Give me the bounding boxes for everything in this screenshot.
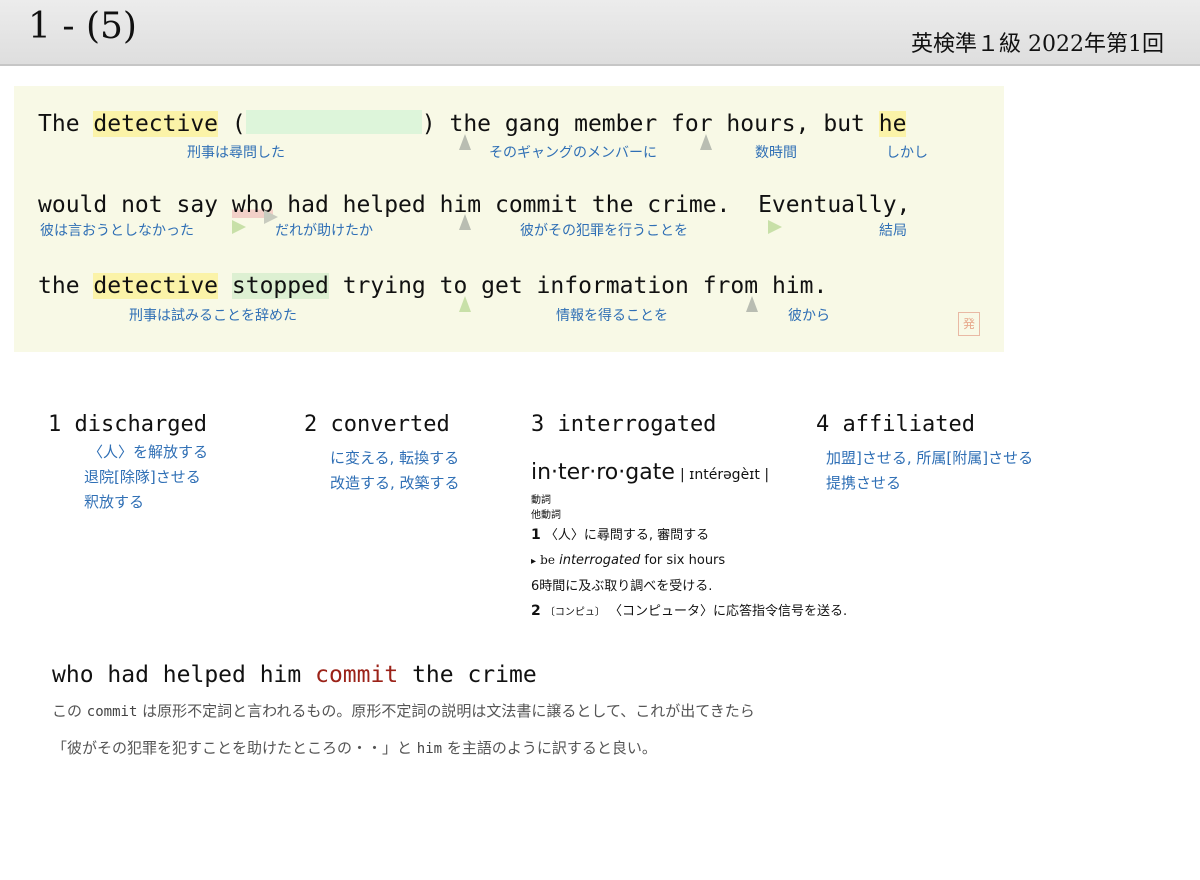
sentence-line-3: the detective stopped trying to get info… xyxy=(38,273,827,299)
word-stopped: stopped xyxy=(231,273,329,299)
meaning-line: に変える, 転換する xyxy=(330,449,460,467)
word-the-3: the xyxy=(38,273,80,299)
chunk-marker xyxy=(459,296,471,312)
dict-sense-number: 1 xyxy=(531,527,541,543)
meaning-line: 提携させる xyxy=(826,474,902,492)
word-the: The xyxy=(38,111,80,137)
dict-sense-text: 〈人〉に尋問する, 審問する xyxy=(544,528,710,543)
dict-pos-sub: 他動詞 xyxy=(531,510,561,521)
gloss-6: だれが助けたか xyxy=(275,223,373,239)
dict-pronunciation: | ɪntérəgèɪt | xyxy=(679,467,770,483)
dict-sense-2: 2 〔コンピュ〕 〈コンピュータ〉に応答指令信号を送る. xyxy=(531,599,847,625)
expl-2b: を主語のように訳すると良い。 xyxy=(446,739,657,757)
example-arrow-icon: ▸ xyxy=(531,556,537,567)
word-detective-3: detective xyxy=(93,273,219,299)
chunk-marker xyxy=(459,214,471,230)
expl-1-code: commit xyxy=(86,704,138,720)
chunk-marker xyxy=(746,296,758,312)
title-commit: commit xyxy=(315,662,399,688)
meaning-line: 〈人〉を解放する xyxy=(88,443,209,461)
choice-3[interactable]: 3 interrogated xyxy=(531,412,716,437)
gloss-10: 情報を得ることを xyxy=(556,308,668,324)
word-he: he xyxy=(878,111,907,137)
choice-2-meanings: に変える, 転換する 改造する, 改築する xyxy=(330,446,460,496)
choice-4-meanings: 加盟]させる, 所属[附属]させる 提携させる xyxy=(826,446,1033,496)
dict-example-ja: 6時間に及ぶ取り調べを受ける. xyxy=(531,579,713,594)
meaning-line: 改造する, 改築する xyxy=(330,474,460,492)
choice-1-meanings: 〈人〉を解放する 退院[除隊]させる 釈放する xyxy=(84,440,208,515)
example-be: be xyxy=(540,553,555,567)
explanation-line-2: 「彼がその犯罪を犯すことを助けたところの・・」と him を主語のように訳すると… xyxy=(52,737,657,758)
dict-sense-number: 2 xyxy=(531,603,541,619)
choice-4[interactable]: 4 affiliated xyxy=(816,412,975,437)
expl-1a: この xyxy=(52,702,83,720)
gloss-11: 彼から xyxy=(788,308,830,324)
dict-example: ▸ be interrogated for six hours xyxy=(531,548,847,574)
meaning-line: 加盟]させる, 所属[附属]させる xyxy=(826,449,1034,467)
gloss-5: 彼は言おうとしなかった xyxy=(40,223,194,239)
open-paren: ( xyxy=(231,111,246,137)
example-rest: for six hours xyxy=(644,553,726,568)
gloss-7: 彼がその犯罪を行うことを xyxy=(520,223,688,239)
slide-number: 1 - (5) xyxy=(28,6,137,47)
meaning-line: 退院[除隊]させる xyxy=(84,468,201,486)
gloss-4: しかし xyxy=(886,145,928,161)
dict-sense-text: 〈コンピュータ〉に応答指令信号を送る. xyxy=(609,604,848,619)
title-part-a: who had helped him xyxy=(52,662,302,688)
chunk-marker xyxy=(232,220,246,234)
expl-2a: 「彼がその犯罪を犯すことを助けたところの・・」と xyxy=(52,739,413,757)
gloss-2: そのギャングのメンバーに xyxy=(489,145,657,161)
choice-1[interactable]: 1 discharged xyxy=(48,412,207,437)
gloss-8: 結局 xyxy=(879,223,907,239)
slide-header: 1 - (5) 英検準１級 2022年第1回 xyxy=(0,0,1200,66)
gloss-1: 刑事は尋問した xyxy=(187,145,285,161)
title-part-b: the crime xyxy=(412,662,537,688)
explanation-title: who had helped him commit the crime xyxy=(52,662,537,688)
gloss-9: 刑事は試みることを辞めた xyxy=(129,308,297,324)
dict-sense-label: 〔コンピュ〕 xyxy=(544,607,605,618)
chunk-marker xyxy=(700,134,712,150)
answer-blank[interactable] xyxy=(245,110,422,134)
line2-rest: had helped him commit the crime. Eventua… xyxy=(287,192,911,218)
exam-label: 英検準１級 2022年第1回 xyxy=(911,32,1164,57)
chunk-marker xyxy=(264,210,278,224)
sentence-line-1: The detective () the gang member for hou… xyxy=(38,110,907,137)
choice-2[interactable]: 2 converted xyxy=(304,412,450,437)
expl-2-code: him xyxy=(416,741,443,757)
line1-rest: the gang member for hours, but xyxy=(449,111,865,137)
expl-1b: は原形不定詞と言われるもの。原形不定詞の説明は文法書に譲るとして、これが出てきた… xyxy=(142,702,755,720)
example-word: interrogated xyxy=(559,553,641,568)
line2-would: would not say xyxy=(38,192,219,218)
chunk-marker xyxy=(768,220,782,234)
dict-headword: in·ter·ro·gate xyxy=(531,460,675,485)
gloss-3: 数時間 xyxy=(755,145,797,161)
sentence-line-2: would not say who had helped him commit … xyxy=(38,192,910,218)
seal-stamp: 発 xyxy=(958,312,980,336)
word-detective: detective xyxy=(93,111,219,137)
dict-pos: 動詞 xyxy=(531,495,551,506)
meaning-line: 釈放する xyxy=(84,493,145,511)
explanation-line-1: この commit は原形不定詞と言われるもの。原形不定詞の説明は文法書に譲ると… xyxy=(52,700,755,721)
close-paren: ) xyxy=(421,111,436,137)
dictionary-entry: in·ter·ro·gate | ɪntérəgèɪt | 動詞 他動詞 1 〈… xyxy=(531,460,847,625)
dict-sense-1: 1 〈人〉に尋問する, 審問する xyxy=(531,523,847,548)
chunk-marker xyxy=(459,134,471,150)
